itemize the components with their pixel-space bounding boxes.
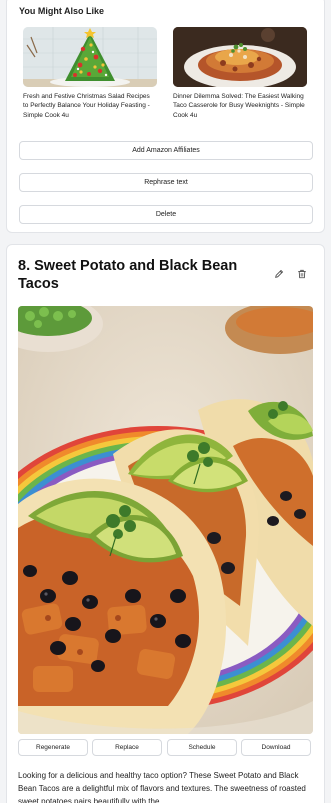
add-amazon-affiliates-button[interactable]: Add Amazon Affiliates [19, 141, 313, 160]
edit-recipe-button[interactable] [272, 267, 286, 281]
related-post-caption[interactable]: Fresh and Festive Christmas Salad Recipe… [23, 92, 157, 120]
rephrase-text-button[interactable]: Rephrase text [19, 173, 313, 192]
delete-section-button[interactable]: Delete [19, 205, 313, 224]
related-posts-title: You Might Also Like [19, 6, 104, 16]
recipe-title: 8. Sweet Potato and Black Bean Tacos [18, 258, 238, 292]
related-post-christmas-salad[interactable]: Fresh and Festive Christmas Salad Recipe… [23, 27, 157, 120]
christmas-salad-thumbnail [23, 27, 157, 87]
related-post-walking-taco[interactable]: Dinner Dilemma Solved: The Easiest Walki… [173, 27, 307, 120]
delete-recipe-button[interactable] [295, 267, 309, 281]
trash-icon [298, 269, 306, 279]
replace-image-button[interactable]: Replace [92, 739, 162, 756]
recipe-section-card: 8. Sweet Potato and Black Bean Tacos Reg… [6, 244, 325, 803]
related-posts-card: You Might Also Like Fresh and Festive Ch… [6, 0, 325, 233]
walking-taco-thumbnail [173, 27, 307, 87]
download-image-button[interactable]: Download [241, 739, 311, 756]
recipe-description: Looking for a delicious and healthy taco… [18, 771, 306, 803]
regenerate-image-button[interactable]: Regenerate [18, 739, 88, 756]
recipe-hero-image [18, 306, 313, 734]
related-post-caption[interactable]: Dinner Dilemma Solved: The Easiest Walki… [173, 92, 307, 120]
schedule-image-button[interactable]: Schedule [167, 739, 237, 756]
pencil-icon [275, 269, 284, 278]
